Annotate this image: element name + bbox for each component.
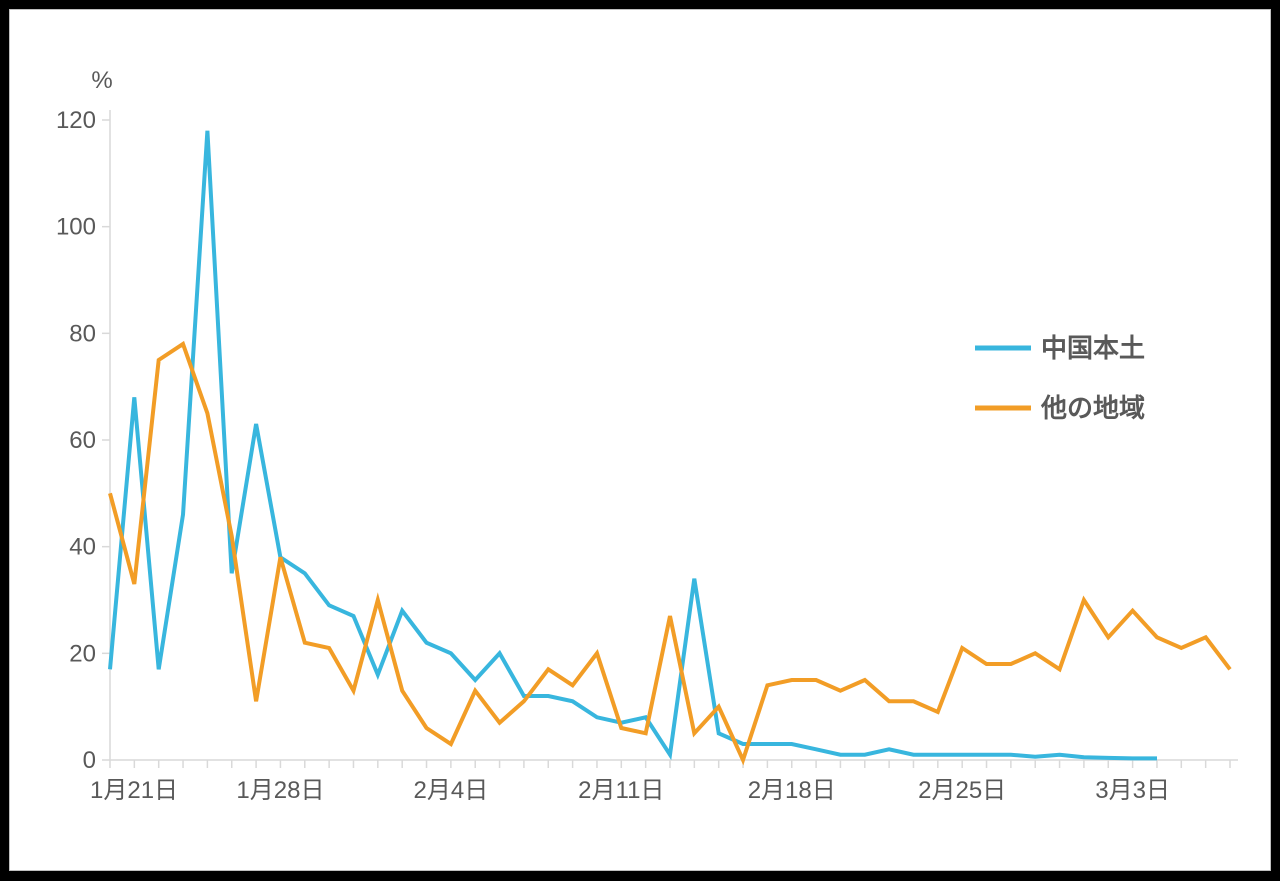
legend-label: 他の地域 [1040, 393, 1145, 423]
x-tick-label: 2月25日 [918, 777, 1006, 804]
y-tick-label: 20 [69, 640, 96, 667]
y-tick-label: 120 [56, 107, 96, 134]
x-tick-label: 1月21日 [90, 777, 178, 804]
x-tick-label: 2月4日 [414, 777, 489, 804]
y-axis-unit: % [91, 67, 112, 94]
chart-container: 0 20 40 60 80 100 120 1月21日 1月28日 2月4日 2月11日 2月18日 2… [0, 0, 1280, 881]
y-tick-label: 80 [69, 320, 96, 347]
y-tick-label: 0 [83, 747, 96, 774]
x-tick-label: 3月3日 [1095, 777, 1170, 804]
x-tick-label: 2月18日 [748, 777, 836, 804]
legend-label: 中国本土 [1041, 333, 1145, 363]
y-tick-label: 60 [69, 427, 96, 454]
y-tick-label: 40 [69, 534, 96, 561]
x-tick-label: 1月28日 [236, 777, 324, 804]
y-tick-label: 100 [56, 214, 96, 241]
line-chart: 0 20 40 60 80 100 120 1月21日 1月28日 2月4日 2月11日 2月18日 2… [10, 10, 1270, 870]
chart-frame: 0 20 40 60 80 100 120 1月21日 1月28日 2月4日 2月11日 2月18日 2… [9, 9, 1271, 871]
x-tick-label: 2月11日 [578, 777, 664, 804]
